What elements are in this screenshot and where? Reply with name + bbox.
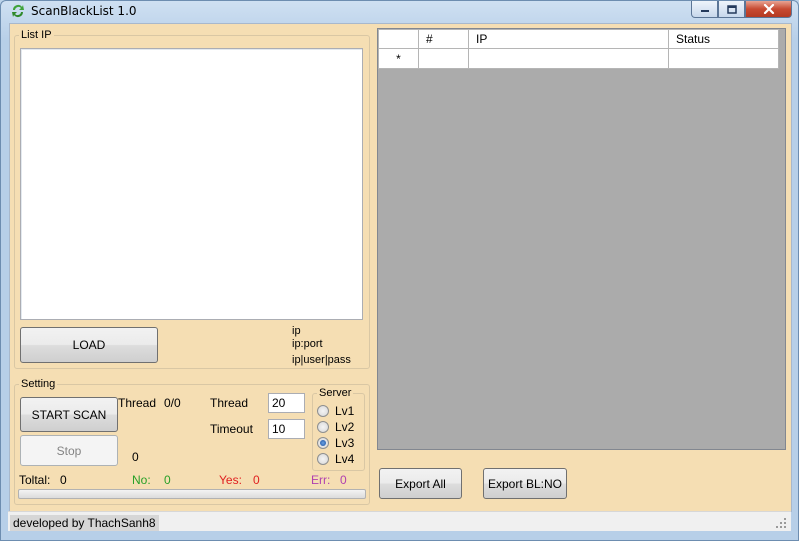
radio-lv2[interactable] xyxy=(317,421,329,433)
thread-status-label: Thread xyxy=(118,396,157,410)
server-option-lv3[interactable]: Lv3 xyxy=(317,436,354,450)
window-title: ScanBlackList 1.0 xyxy=(31,4,137,18)
grid-row-header-corner xyxy=(378,29,419,49)
status-bar: developed by ThachSanh8 xyxy=(8,511,791,531)
resize-grip-icon[interactable] xyxy=(775,517,787,529)
radio-lv1[interactable] xyxy=(317,405,329,417)
radio-lv3-label: Lv3 xyxy=(335,436,355,450)
thread-input[interactable]: 20 xyxy=(268,393,305,413)
setting-group-label: Setting xyxy=(19,377,58,391)
new-row-cell-status[interactable] xyxy=(668,48,779,69)
yes-label: Yes: xyxy=(219,473,242,487)
active-count-value: 0 xyxy=(132,450,139,464)
radio-lv2-label: Lv2 xyxy=(335,420,355,434)
radio-lv4-label: Lv4 xyxy=(335,452,355,466)
new-row-marker: * xyxy=(378,48,419,69)
close-button[interactable] xyxy=(745,1,792,18)
new-row-cell-ip[interactable] xyxy=(468,48,669,69)
radio-lv1-label: Lv1 xyxy=(335,404,355,418)
no-value: 0 xyxy=(164,473,171,487)
list-ip-group-label: List IP xyxy=(19,28,54,42)
minimize-icon xyxy=(700,10,709,12)
server-option-lv2[interactable]: Lv2 xyxy=(317,420,354,434)
maximize-button[interactable] xyxy=(718,1,745,18)
total-value: 0 xyxy=(60,473,67,487)
close-icon xyxy=(763,4,774,14)
main-window: ScanBlackList 1.0 List IP LOAD ip ip:por… xyxy=(0,0,799,541)
yes-value: 0 xyxy=(253,473,260,487)
no-label: No: xyxy=(132,473,151,487)
ip-list-textarea[interactable] xyxy=(20,48,363,320)
export-all-button[interactable]: Export All xyxy=(379,468,462,499)
new-row-cell-number[interactable] xyxy=(418,48,469,69)
format-ip-user-pass-label: ip|user|pass xyxy=(292,354,351,366)
err-label: Err: xyxy=(311,473,331,487)
form-client-area: List IP LOAD ip ip:port ip|user|pass Set… xyxy=(9,23,792,512)
maximize-icon xyxy=(726,4,737,14)
err-value: 0 xyxy=(340,473,347,487)
server-group: Server Lv1 Lv2 Lv3 Lv4 xyxy=(312,386,365,471)
grid-header-row: # IP Status xyxy=(378,29,779,49)
minimize-button[interactable] xyxy=(691,1,718,18)
export-bl-no-button[interactable]: Export BL:NO xyxy=(483,468,567,499)
list-ip-group: List IP LOAD ip ip:port ip|user|pass xyxy=(14,28,370,369)
server-option-lv4[interactable]: Lv4 xyxy=(317,452,354,466)
results-grid[interactable]: # IP Status * xyxy=(377,28,786,450)
server-group-label: Server xyxy=(317,386,354,400)
load-button[interactable]: LOAD xyxy=(20,327,158,363)
timeout-input[interactable]: 10 xyxy=(268,419,305,439)
stop-button[interactable]: Stop xyxy=(20,435,118,466)
thread-status-value: 0/0 xyxy=(164,396,181,410)
results-table: # IP Status * xyxy=(378,29,779,69)
title-bar[interactable]: ScanBlackList 1.0 xyxy=(1,1,798,23)
start-scan-button[interactable]: START SCAN xyxy=(20,397,118,432)
refresh-arrows-icon xyxy=(12,5,24,18)
grid-new-row[interactable]: * xyxy=(378,48,779,69)
server-option-lv1[interactable]: Lv1 xyxy=(317,404,354,418)
grid-column-ip[interactable]: IP xyxy=(468,29,669,49)
thread-label: Thread xyxy=(210,396,249,410)
radio-lv4[interactable] xyxy=(317,453,329,465)
format-ip-port-label: ip:port xyxy=(292,338,323,350)
status-developer-label: developed by ThachSanh8 xyxy=(10,515,159,531)
grid-column-status[interactable]: Status xyxy=(668,29,779,49)
timeout-label: Timeout xyxy=(210,422,253,436)
total-label: Toltal: xyxy=(19,473,51,487)
setting-group: Setting START SCAN Stop Thread 0/0 0 Thr… xyxy=(14,377,370,505)
scan-progress-bar xyxy=(18,489,366,499)
radio-lv3[interactable] xyxy=(317,437,329,449)
format-ip-label: ip xyxy=(292,325,301,337)
grid-column-number[interactable]: # xyxy=(418,29,469,49)
